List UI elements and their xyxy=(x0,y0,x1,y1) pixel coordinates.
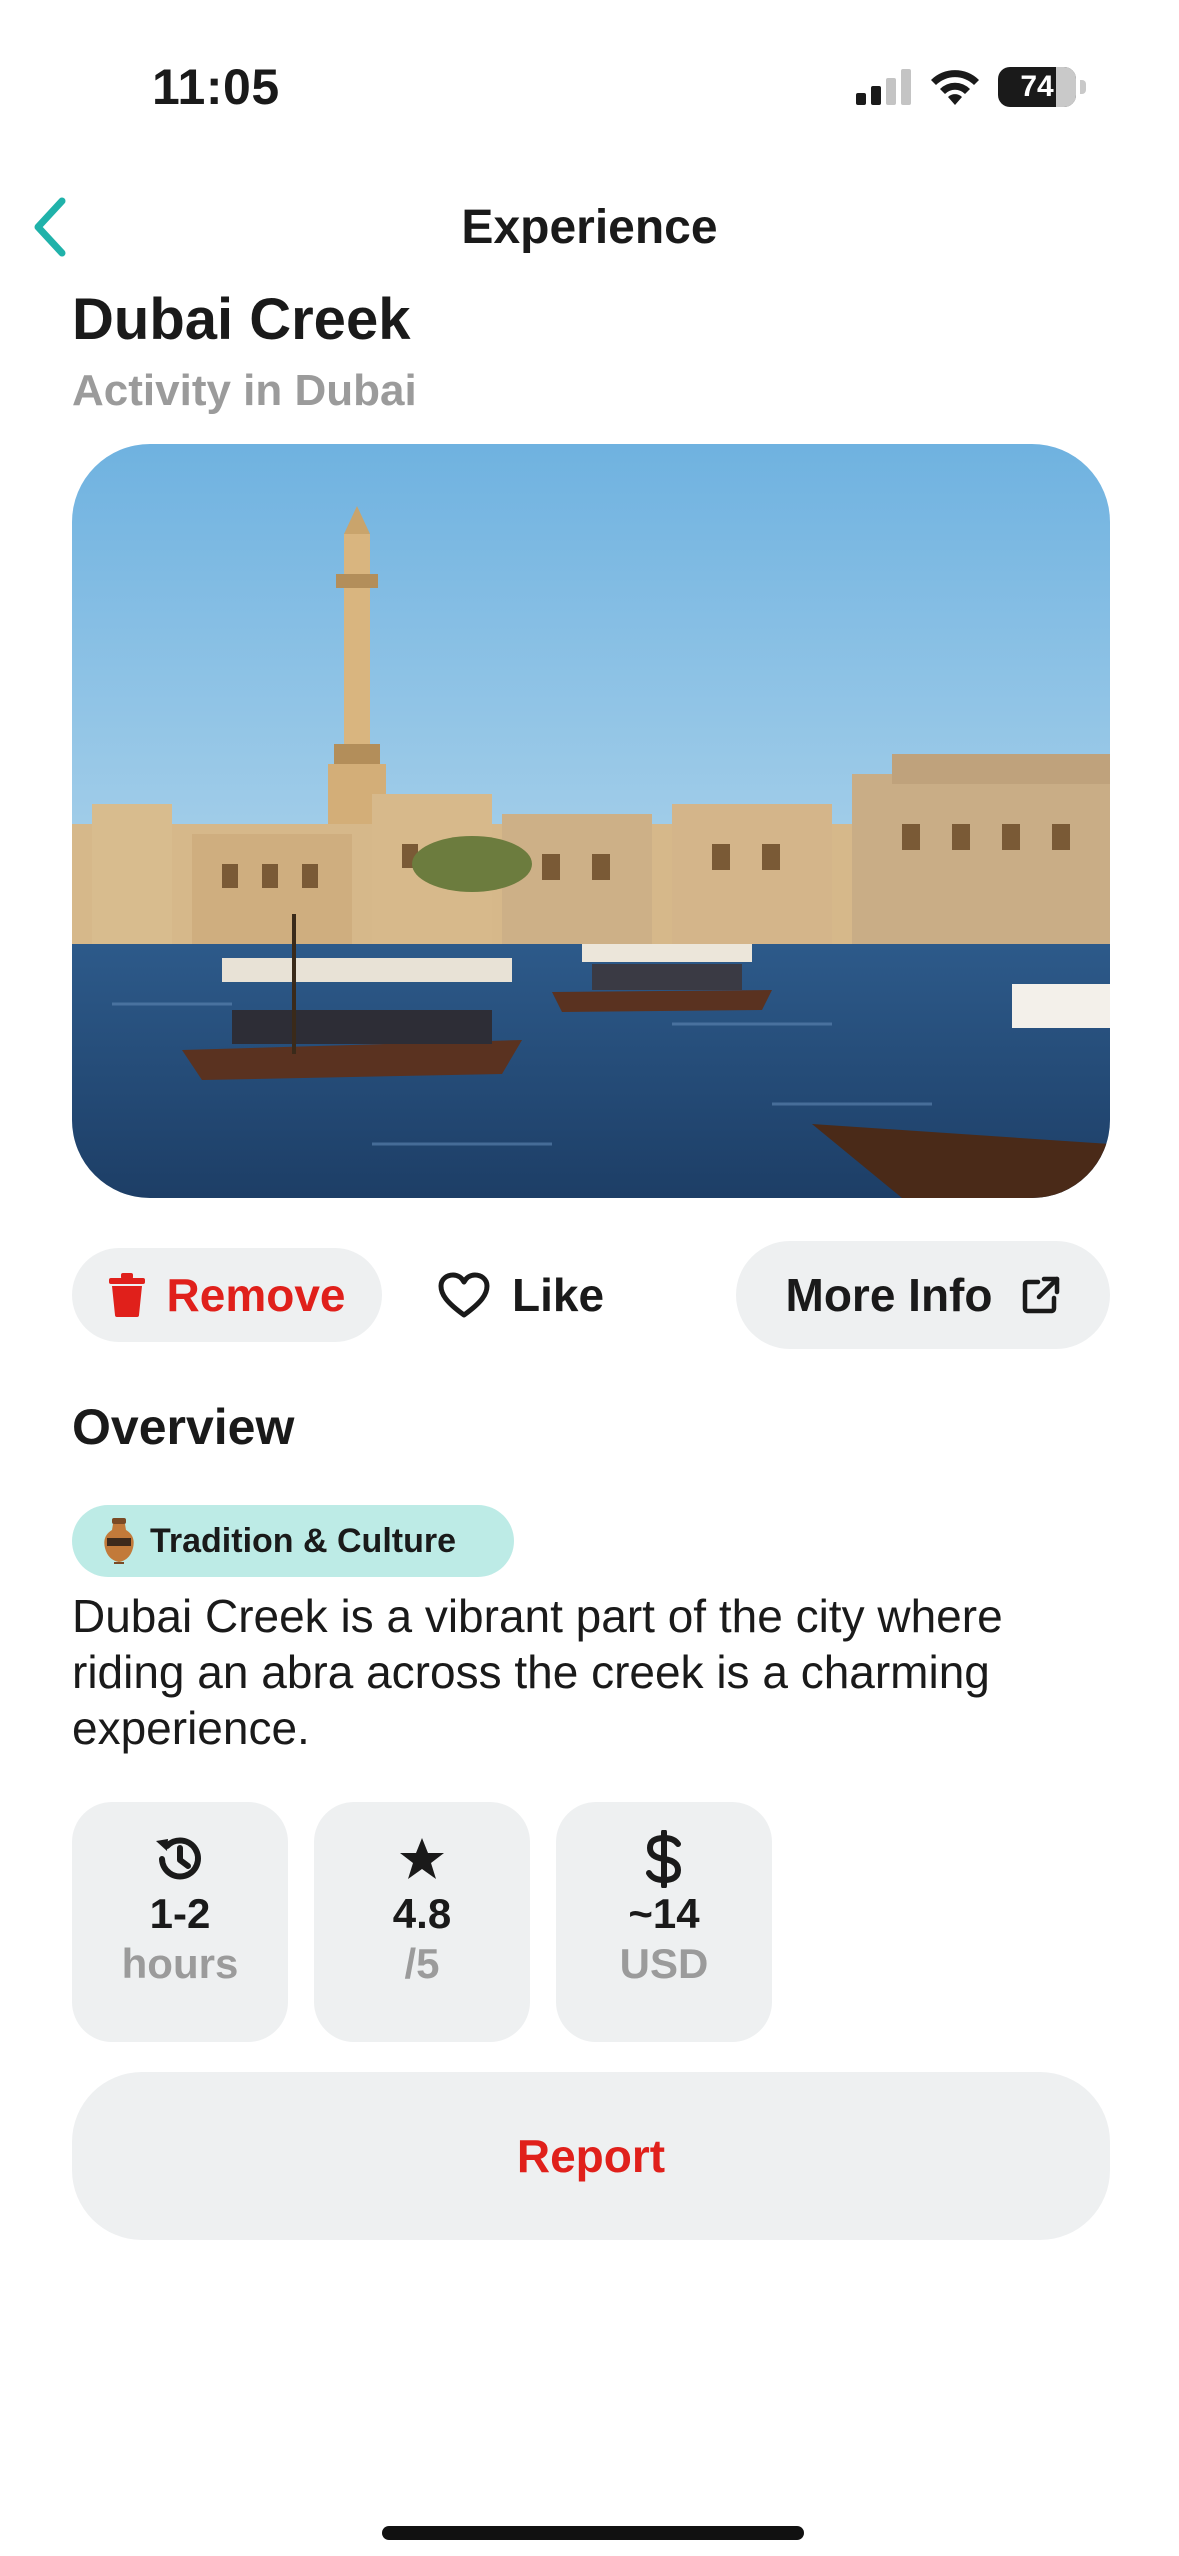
trash-icon xyxy=(108,1273,145,1317)
battery-cap xyxy=(1080,80,1086,94)
remove-label: Remove xyxy=(166,1269,346,1321)
page-title: Dubai Creek xyxy=(72,287,411,352)
wifi-icon xyxy=(931,70,979,105)
like-label: Like xyxy=(512,1269,605,1321)
overview-description: Dubai Creek is a vibrant part of the cit… xyxy=(72,1590,1003,1754)
cellular-signal-icon xyxy=(856,69,911,105)
stat-cost-unit: USD xyxy=(619,1940,709,1987)
history-icon xyxy=(156,1837,201,1880)
stat-rating-value: 4.8 xyxy=(392,1890,452,1937)
battery-level: 74 xyxy=(1020,70,1054,103)
dubai-creek-image xyxy=(72,444,1110,1198)
star-icon xyxy=(400,1838,444,1879)
stat-rating-unit: /5 xyxy=(404,1940,440,1987)
stat-duration-value: 1-2 xyxy=(149,1890,211,1937)
status-time: 11:05 xyxy=(152,59,280,115)
more-info-label: More Info xyxy=(785,1269,993,1321)
nav-title: Experience xyxy=(461,201,718,254)
stat-rating: 4.8 /5 xyxy=(314,1802,530,2042)
battery-indicator: 74 xyxy=(998,67,1076,107)
more-info-button[interactable]: More Info xyxy=(736,1241,1110,1349)
overview-heading: Overview xyxy=(72,1399,295,1455)
report-label: Report xyxy=(516,2130,666,2182)
heart-icon xyxy=(438,1272,490,1318)
stat-cost-value: ~14 xyxy=(628,1890,700,1937)
experience-photo xyxy=(72,444,1110,1198)
like-button[interactable]: Like xyxy=(438,1248,604,1342)
status-indicators: 74 xyxy=(856,62,1086,112)
stat-duration-unit: hours xyxy=(121,1940,239,1987)
page-subtitle: Activity in Dubai xyxy=(72,366,417,415)
amphora-icon xyxy=(104,1518,134,1564)
remove-button[interactable]: Remove xyxy=(72,1248,382,1342)
home-indicator xyxy=(382,2526,804,2540)
external-link-icon xyxy=(1023,1276,1060,1314)
dollar-icon xyxy=(646,1830,682,1888)
category-tag-label: Tradition & Culture xyxy=(150,1521,456,1560)
category-tag: Tradition & Culture xyxy=(72,1505,514,1577)
stat-duration: 1-2 hours xyxy=(72,1802,288,2042)
stat-cost: ~14 USD xyxy=(556,1802,772,2042)
report-button[interactable]: Report xyxy=(72,2072,1110,2240)
